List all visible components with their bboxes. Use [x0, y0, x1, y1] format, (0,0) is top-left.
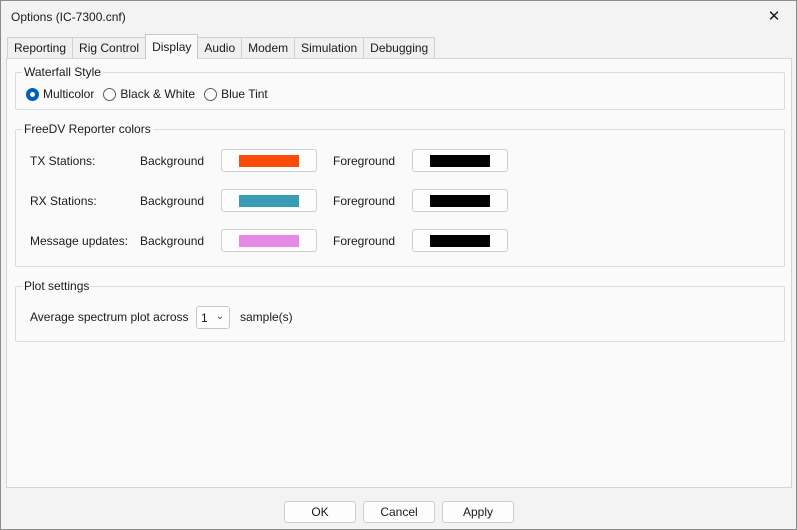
tx-stations-label: TX Stations: — [30, 154, 96, 168]
foreground-label: Foreground — [333, 234, 396, 248]
waterfall-options: Multicolor Black & White Blue Tint — [26, 87, 277, 101]
options-dialog: Options (IC-7300.cnf) ✕ Reporting Rig Co… — [0, 0, 797, 530]
message-background-color-button[interactable] — [221, 229, 317, 252]
background-label: Background — [140, 234, 205, 248]
group-title: Plot settings — [22, 279, 92, 293]
reporter-colors-group: FreeDV Reporter colors TX Stations: Back… — [15, 122, 785, 267]
color-swatch — [430, 194, 490, 207]
radio-label: Blue Tint — [221, 87, 268, 101]
tx-background-color-button[interactable] — [221, 149, 317, 172]
average-spectrum-label: Average spectrum plot across — [30, 310, 189, 324]
sample-count-select[interactable]: 1 ⌄ — [196, 306, 230, 329]
radio-multicolor[interactable]: Multicolor — [26, 87, 94, 101]
radio-checked-icon[interactable] — [26, 87, 39, 101]
title-bar[interactable]: Options (IC-7300.cnf) ✕ — [1, 1, 796, 33]
background-label: Background — [140, 154, 205, 168]
radio-label: Black & White — [120, 87, 196, 101]
group-title: FreeDV Reporter colors — [22, 122, 153, 136]
display-tab-panel: Waterfall Style Multicolor Black & White… — [6, 58, 792, 488]
waterfall-style-group: Waterfall Style Multicolor Black & White… — [15, 65, 785, 110]
message-foreground-color-button[interactable] — [412, 229, 508, 252]
message-updates-label: Message updates: — [30, 234, 129, 248]
tab-audio[interactable]: Audio — [197, 37, 243, 58]
color-swatch — [239, 194, 299, 207]
tab-rig-control[interactable]: Rig Control — [72, 37, 147, 58]
close-icon[interactable]: ✕ — [752, 1, 796, 31]
tab-display[interactable]: Display — [145, 34, 199, 59]
color-swatch — [239, 234, 299, 247]
foreground-label: Foreground — [333, 154, 396, 168]
rx-background-color-button[interactable] — [221, 189, 317, 212]
radio-black-white[interactable]: Black & White — [103, 87, 195, 101]
rx-stations-label: RX Stations: — [30, 194, 97, 208]
window-title: Options (IC-7300.cnf) — [11, 10, 126, 24]
apply-button[interactable]: Apply — [442, 501, 514, 523]
radio-blue-tint[interactable]: Blue Tint — [204, 87, 268, 101]
plot-settings-group: Plot settings Average spectrum plot acro… — [15, 279, 785, 342]
select-value: 1 — [201, 310, 208, 325]
tab-simulation[interactable]: Simulation — [294, 37, 365, 58]
tab-reporting[interactable]: Reporting — [7, 37, 74, 58]
radio-label: Multicolor — [43, 87, 95, 101]
tab-bar: Reporting Rig Control Display Audio Mode… — [7, 34, 436, 59]
color-swatch — [430, 234, 490, 247]
ok-button[interactable]: OK — [284, 501, 356, 523]
tab-modem[interactable]: Modem — [241, 37, 296, 58]
cancel-button[interactable]: Cancel — [363, 501, 435, 523]
tab-debugging[interactable]: Debugging — [363, 37, 436, 58]
color-swatch — [239, 154, 299, 167]
foreground-label: Foreground — [333, 194, 396, 208]
group-title: Waterfall Style — [22, 65, 103, 79]
samples-unit-label: sample(s) — [240, 310, 293, 324]
background-label: Background — [140, 194, 205, 208]
radio-unchecked-icon[interactable] — [204, 87, 218, 101]
chevron-down-icon: ⌄ — [215, 311, 224, 322]
color-swatch — [430, 154, 490, 167]
radio-unchecked-icon[interactable] — [103, 87, 117, 101]
tx-foreground-color-button[interactable] — [412, 149, 508, 172]
rx-foreground-color-button[interactable] — [412, 189, 508, 212]
